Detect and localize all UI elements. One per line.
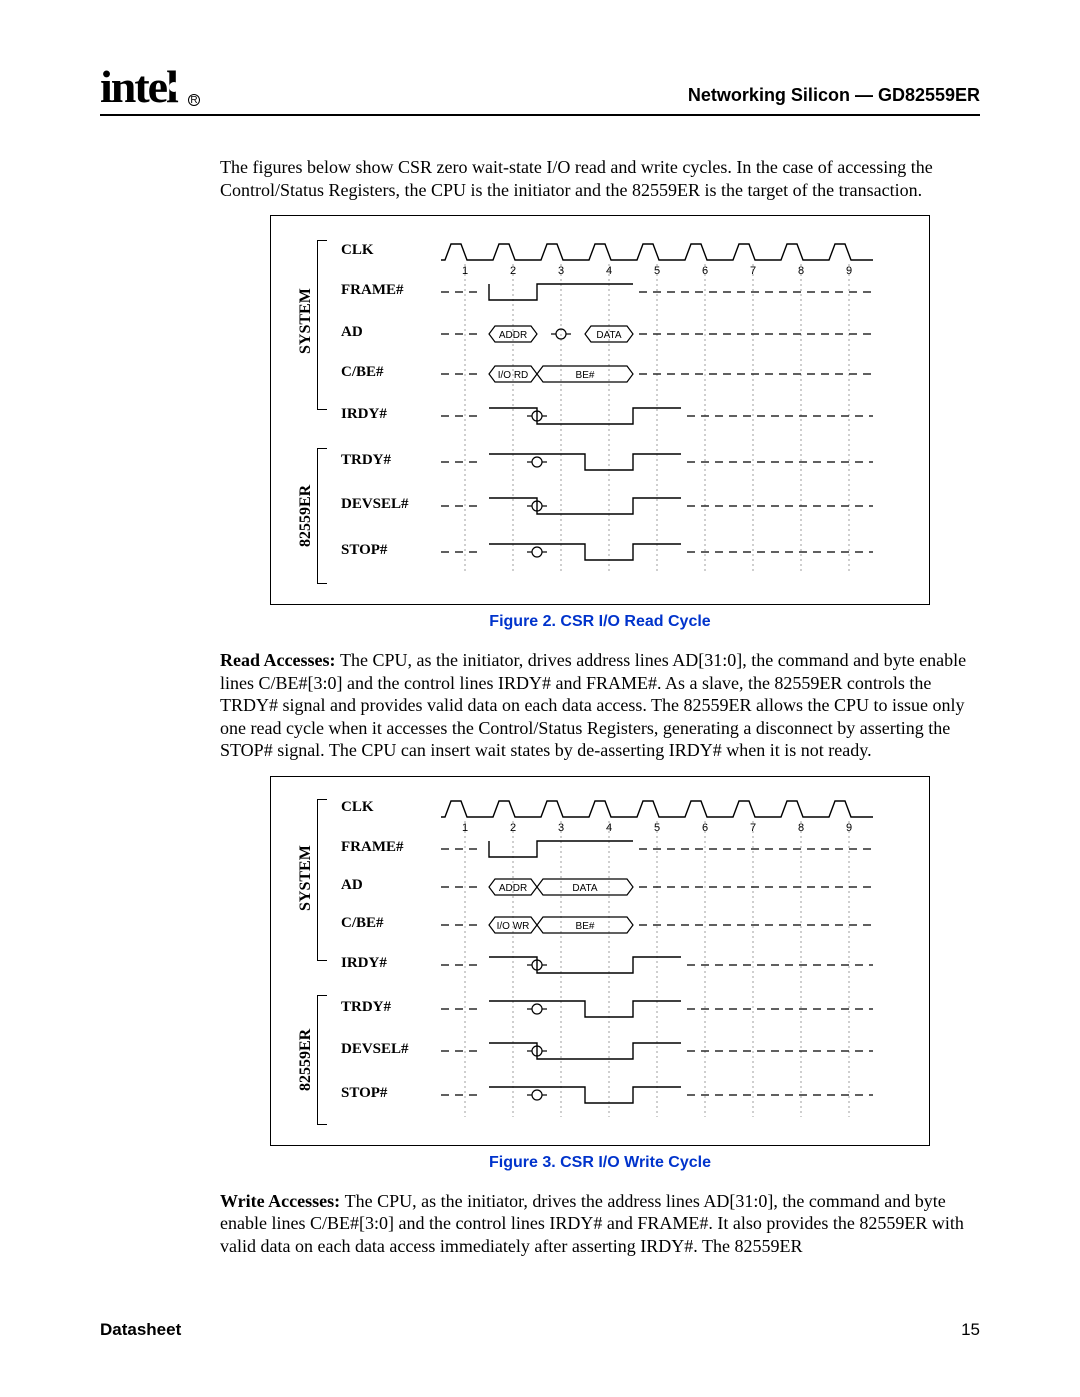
page-number: 15	[961, 1320, 980, 1340]
sig-irdy-2: IRDY#	[341, 955, 387, 972]
timing-diagram-write: 1 2 3 4 5 6 7 8 9 ADDR DATA I/O WR BE#	[441, 795, 921, 1137]
svg-text:3: 3	[558, 822, 564, 834]
footer: Datasheet 15	[100, 1320, 980, 1340]
figure-2: SYSTEM 82559ER CLK FRAME# AD C/BE# IRDY#…	[270, 215, 930, 605]
sig-stop: STOP#	[341, 542, 387, 559]
svg-text:4: 4	[606, 822, 612, 834]
group-label-82559er-2: 82559ER	[297, 1001, 315, 1119]
logo-glyph-hole	[169, 82, 179, 92]
read-lead: Read Accesses:	[220, 650, 340, 670]
header-bar: intel R Networking Silicon — GD82559ER	[100, 60, 980, 106]
sig-trdy: TRDY#	[341, 452, 391, 469]
intro-paragraph: The figures below show CSR zero wait-sta…	[220, 156, 980, 201]
svg-text:1: 1	[462, 822, 468, 834]
svg-text:9: 9	[846, 265, 852, 277]
content: The figures below show CSR zero wait-sta…	[220, 156, 980, 1257]
sig-devsel: DEVSEL#	[341, 496, 409, 513]
sig-irdy: IRDY#	[341, 406, 387, 423]
sig-cbe-2: C/BE#	[341, 915, 384, 932]
intel-logo: intel R	[100, 60, 200, 106]
svg-text:3: 3	[558, 265, 564, 277]
sig-ad: AD	[341, 324, 363, 341]
sig-devsel-2: DEVSEL#	[341, 1041, 409, 1058]
svg-text:BE#: BE#	[576, 370, 595, 381]
svg-text:6: 6	[702, 265, 708, 277]
svg-text:7: 7	[750, 265, 756, 277]
header-rule	[100, 114, 980, 116]
sig-ad-2: AD	[341, 877, 363, 894]
svg-text:1: 1	[462, 265, 468, 277]
sig-trdy-2: TRDY#	[341, 999, 391, 1016]
svg-text:2: 2	[510, 265, 516, 277]
sig-stop-2: STOP#	[341, 1085, 387, 1102]
svg-text:5: 5	[654, 265, 660, 277]
page: intel R Networking Silicon — GD82559ER T…	[100, 60, 980, 1271]
registered-icon: R	[188, 94, 200, 106]
write-lead: Write Accesses:	[220, 1191, 345, 1211]
svg-text:BE#: BE#	[576, 921, 595, 932]
svg-text:I/O WR: I/O WR	[497, 921, 530, 932]
sig-frame: FRAME#	[341, 282, 404, 299]
svg-text:ADDR: ADDR	[499, 883, 527, 894]
svg-text:DATA: DATA	[596, 330, 622, 341]
sig-clk: CLK	[341, 242, 374, 259]
svg-text:2: 2	[510, 822, 516, 834]
timing-diagram-read: 1 2 3 4 5 6 7 8 9 ADDR DATA I/O RD BE#	[441, 234, 921, 594]
figure-3-caption: Figure 3. CSR I/O Write Cycle	[220, 1154, 980, 1172]
bracket-82559er-2	[317, 995, 327, 1125]
svg-text:6: 6	[702, 822, 708, 834]
figure-3: SYSTEM 82559ER CLK FRAME# AD C/BE# IRDY#…	[270, 776, 930, 1146]
svg-text:DATA: DATA	[572, 883, 598, 894]
doc-title: Networking Silicon — GD82559ER	[688, 85, 980, 106]
figure-2-caption: Figure 2. CSR I/O Read Cycle	[220, 613, 980, 631]
sig-cbe: C/BE#	[341, 364, 384, 381]
svg-text:8: 8	[798, 265, 804, 277]
sig-frame-2: FRAME#	[341, 839, 404, 856]
svg-text:I/O RD: I/O RD	[498, 370, 529, 381]
bracket-82559er	[317, 448, 327, 584]
group-label-system: SYSTEM	[297, 246, 315, 396]
svg-text:9: 9	[846, 822, 852, 834]
svg-text:7: 7	[750, 822, 756, 834]
group-label-82559er: 82559ER	[297, 456, 315, 576]
svg-text:5: 5	[654, 822, 660, 834]
bracket-system-2	[317, 799, 327, 961]
svg-text:8: 8	[798, 822, 804, 834]
write-paragraph: Write Accesses: The CPU, as the initiato…	[220, 1190, 980, 1258]
read-paragraph: Read Accesses: The CPU, as the initiator…	[220, 649, 980, 762]
logo-text: intel	[100, 61, 177, 112]
bracket-system	[317, 240, 327, 410]
svg-text:ADDR: ADDR	[499, 330, 527, 341]
group-label-system-2: SYSTEM	[297, 805, 315, 951]
svg-text:4: 4	[606, 265, 612, 277]
footer-left: Datasheet	[100, 1320, 181, 1340]
sig-clk-2: CLK	[341, 799, 374, 816]
